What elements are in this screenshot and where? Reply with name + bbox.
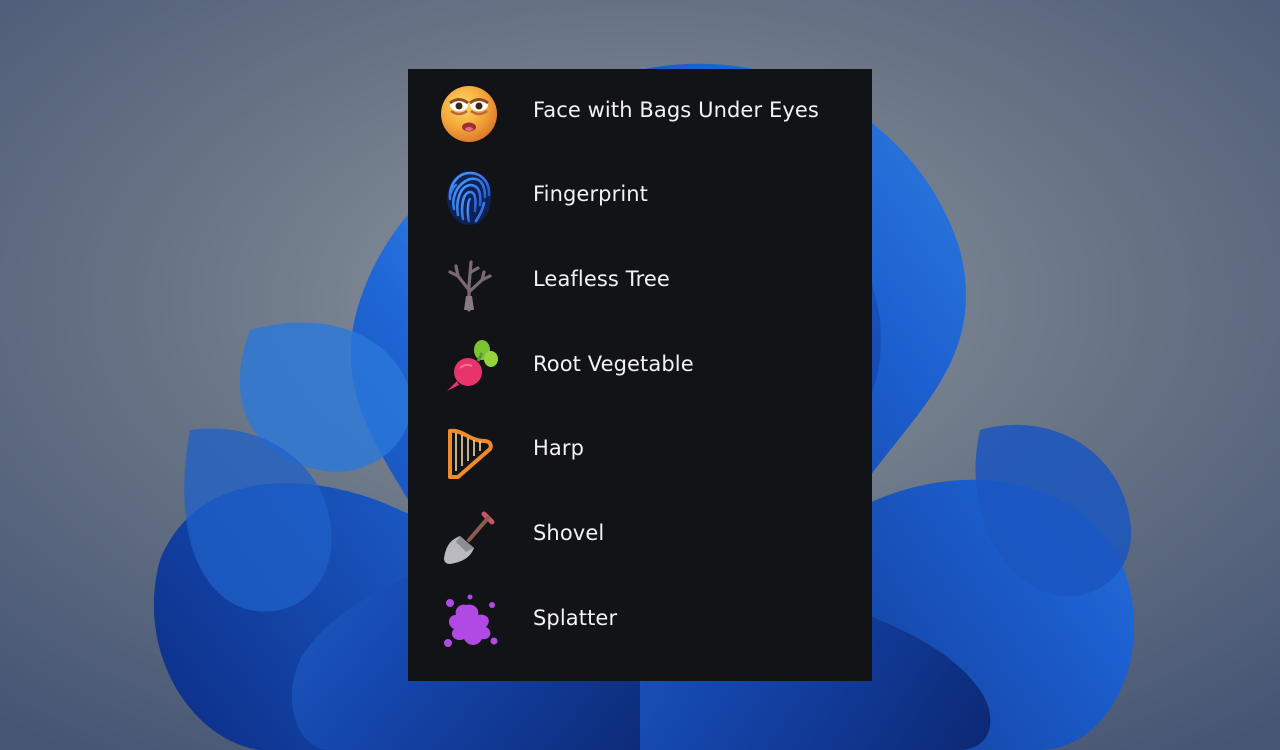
item-label: Face with Bags Under Eyes bbox=[533, 98, 819, 122]
harp-icon bbox=[436, 419, 502, 485]
list-item-leafless-tree[interactable]: Leafless Tree bbox=[408, 238, 872, 322]
fingerprint-icon bbox=[436, 165, 502, 231]
list-item-fingerprint[interactable]: Fingerprint bbox=[408, 153, 872, 237]
splatter-icon bbox=[436, 589, 502, 655]
emoji-list-panel: Face with Bags Under Eyes Fingerprint Le… bbox=[408, 69, 872, 681]
face-with-bags-under-eyes-icon bbox=[436, 81, 502, 147]
list-item-face-with-bags-under-eyes[interactable]: Face with Bags Under Eyes bbox=[408, 69, 872, 153]
list-item-splatter[interactable]: Splatter bbox=[408, 577, 872, 661]
item-label: Fingerprint bbox=[533, 182, 649, 206]
item-label: Harp bbox=[533, 436, 585, 460]
shovel-icon bbox=[436, 504, 502, 570]
list-item-shovel[interactable]: Shovel bbox=[408, 492, 872, 576]
item-label: Splatter bbox=[533, 606, 618, 630]
list-item-root-vegetable[interactable]: Root Vegetable bbox=[408, 323, 872, 407]
item-label: Leafless Tree bbox=[533, 267, 670, 291]
item-label: Shovel bbox=[533, 521, 605, 545]
root-vegetable-icon bbox=[436, 335, 502, 401]
list-item-harp[interactable]: Harp bbox=[408, 407, 872, 491]
item-label: Root Vegetable bbox=[533, 352, 694, 376]
leafless-tree-icon bbox=[436, 250, 502, 316]
